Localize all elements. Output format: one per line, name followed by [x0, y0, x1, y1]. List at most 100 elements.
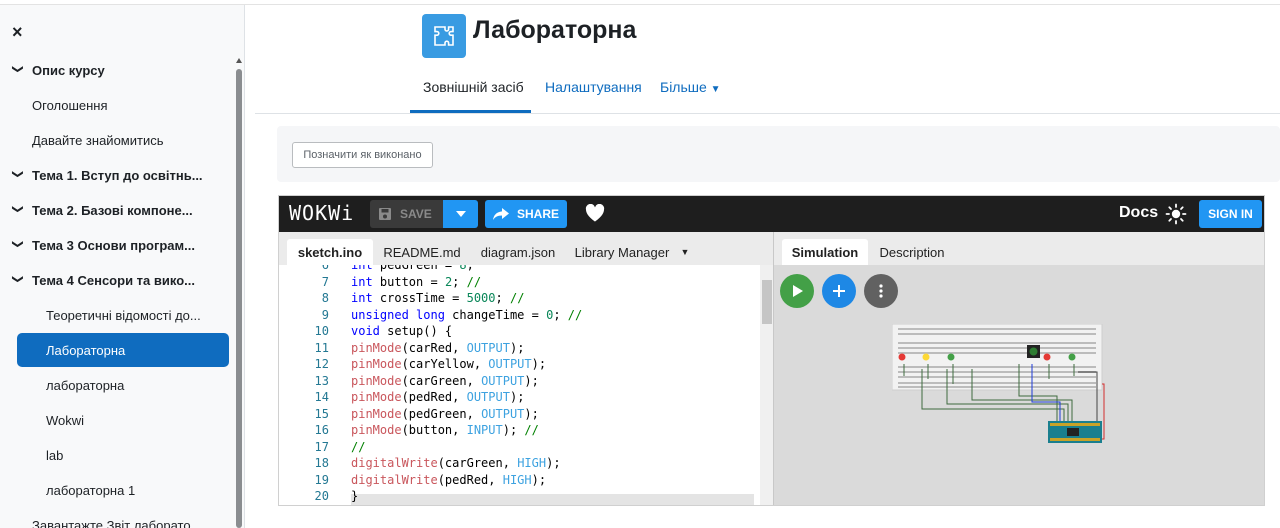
code-text: pinMode(carYellow, OUTPUT);: [351, 356, 546, 373]
code-token: digitalWrite: [351, 456, 438, 470]
code-line: 9 unsigned long changeTime = 0; //: [279, 307, 760, 324]
line-number: 7: [321, 274, 329, 289]
code-token: unsigned long: [351, 307, 445, 322]
sidebar-item[interactable]: лабораторна: [0, 368, 232, 402]
code-token: ;: [495, 291, 510, 305]
sidebar-item-label: лабораторна: [46, 377, 125, 393]
code-token: (pedRed,: [437, 472, 503, 487]
sidebar-item-label: Теоретичні відомості до...: [46, 307, 201, 323]
code-token: //: [509, 291, 525, 305]
code-token: //: [466, 274, 482, 289]
save-options-dropdown[interactable]: [443, 200, 478, 228]
sidebar-item-label: Тема 1. Вступ до освітнь...: [32, 167, 203, 183]
code-token: );: [524, 406, 539, 421]
code-token: digitalWrite: [351, 472, 438, 487]
tab-readme-md[interactable]: README.md: [379, 239, 465, 265]
editor-scrollbar-thumb[interactable]: [762, 280, 772, 324]
line-number: 18: [314, 456, 329, 470]
tab-library-manager[interactable]: Library Manager: [569, 239, 675, 265]
more-options-button[interactable]: [864, 274, 898, 308]
code-line: 7 int button = 2; //: [279, 274, 760, 291]
sidebar-section[interactable]: ❯ Тема 3 Основи програм...: [0, 228, 232, 262]
sidebar-item[interactable]: Давайте знайомитись: [0, 123, 232, 157]
sidebar-item[interactable]: Теоретичні відомості до...: [0, 298, 232, 332]
share-button[interactable]: SHARE: [485, 200, 567, 228]
wokwi-embed: WOKWi SAVE SHARE Docs SIGN IN sketch.ino…: [278, 195, 1265, 506]
docs-link[interactable]: Docs: [1119, 204, 1158, 222]
tab-diagram-json[interactable]: diagram.json: [475, 239, 561, 265]
code-text: int button = 2; //: [351, 274, 481, 291]
close-drawer-button[interactable]: ×: [12, 22, 23, 43]
sidebar-scrollbar[interactable]: [236, 69, 242, 528]
sidebar-section[interactable]: ❯ Опис курсу: [0, 53, 232, 87]
code-token: HIGH: [517, 456, 547, 470]
code-token: //: [351, 439, 366, 454]
caret-down-icon: [455, 211, 466, 217]
chevron-down-icon[interactable]: ❯: [12, 64, 25, 76]
save-label: SAVE: [400, 207, 432, 221]
sidebar-item-label: Оголошення: [32, 97, 108, 113]
code-token: );: [531, 357, 547, 371]
page-title: Лабораторна: [473, 16, 637, 44]
more-tabs-caret-icon[interactable]: ▼: [677, 239, 693, 265]
sidebar-section[interactable]: ❯ Тема 2. Базові компоне...: [0, 193, 232, 227]
tab-sketch-ino[interactable]: sketch.ino: [287, 239, 373, 265]
scroll-up-arrow-icon[interactable]: [236, 58, 242, 63]
sidebar-section[interactable]: ❯ Тема 4 Сенсори та вико...: [0, 263, 232, 297]
line-number: 11: [314, 340, 329, 355]
code-text: unsigned long changeTime = 0; //: [351, 307, 582, 324]
sign-in-button[interactable]: SIGN IN: [1199, 200, 1262, 228]
line-number: 19: [314, 472, 329, 487]
code-token: (pedGreen,: [401, 406, 482, 421]
tab-more[interactable]: Більше ▼: [660, 79, 721, 95]
tab-simulation[interactable]: Simulation: [782, 239, 868, 265]
code-token: HIGH: [502, 472, 532, 487]
vertical-dots-icon: [879, 284, 883, 298]
tab-settings[interactable]: Налаштування: [545, 79, 642, 95]
sidebar-item[interactable]: Оголошення: [0, 88, 232, 122]
sidebar-item[interactable]: лабораторна 1: [0, 473, 232, 507]
chevron-down-icon[interactable]: ❯: [12, 239, 25, 251]
line-number: 17: [314, 439, 329, 454]
sidebar-item[interactable]: Wokwi: [0, 403, 232, 437]
tab-external-tool[interactable]: Зовнішній засіб: [423, 79, 524, 95]
code-token: OUTPUT: [466, 390, 510, 404]
code-line: 11 pinMode(carRed, OUTPUT);: [279, 340, 760, 357]
code-line: 13 pinMode(carGreen, OUTPUT);: [279, 373, 760, 390]
sidebar-item-label: Завантажте Звіт лаборато...: [32, 517, 202, 528]
code-token: pinMode: [351, 406, 402, 421]
heart-icon[interactable]: [585, 203, 605, 227]
code-token: ;: [466, 265, 474, 272]
code-text: pinMode(carRed, OUTPUT);: [351, 340, 524, 357]
chevron-down-icon[interactable]: ❯: [12, 274, 25, 286]
code-text: digitalWrite(carGreen, HIGH);: [351, 455, 561, 472]
sidebar-item[interactable]: Лабораторна: [17, 333, 229, 367]
chevron-down-icon[interactable]: ❯: [12, 204, 25, 216]
save-button[interactable]: SAVE: [370, 200, 443, 228]
mark-as-done-button[interactable]: Позначити як виконано: [292, 142, 433, 168]
code-text: //: [351, 439, 365, 456]
line-number: 15: [314, 406, 329, 421]
code-area[interactable]: 6 int pedGreen = 8; 7 int button = 2; //8 in…: [279, 265, 760, 505]
code-line: 16 pinMode(button, INPUT); //: [279, 422, 760, 439]
code-token: pinMode: [351, 423, 402, 437]
code-token: (carGreen,: [401, 373, 482, 388]
sidebar-item[interactable]: lab: [0, 438, 232, 472]
tab-description[interactable]: Description: [872, 239, 952, 265]
code-token: void: [351, 324, 380, 338]
circuit-diagram[interactable]: [892, 324, 1107, 449]
code-token: (button,: [401, 423, 467, 437]
start-simulation-button[interactable]: [780, 274, 814, 308]
arduino-header-bottom: [1050, 438, 1100, 441]
code-text: void setup() {: [351, 323, 452, 340]
wokwi-toolbar: WOKWi SAVE SHARE Docs SIGN IN: [279, 196, 1264, 232]
tabs-divider: [255, 113, 1280, 114]
add-part-button[interactable]: [822, 274, 856, 308]
sidebar-item[interactable]: Завантажте Звіт лаборато...: [0, 508, 232, 528]
wokwi-logo[interactable]: WOKWi: [289, 201, 354, 225]
chevron-down-icon[interactable]: ❯: [12, 169, 25, 181]
sidebar-item-label: Тема 4 Сенсори та вико...: [32, 272, 195, 288]
ped-green-led: [1068, 353, 1076, 361]
sidebar-section[interactable]: ❯ Тема 1. Вступ до освітнь...: [0, 158, 232, 192]
sun-icon[interactable]: [1165, 203, 1187, 230]
